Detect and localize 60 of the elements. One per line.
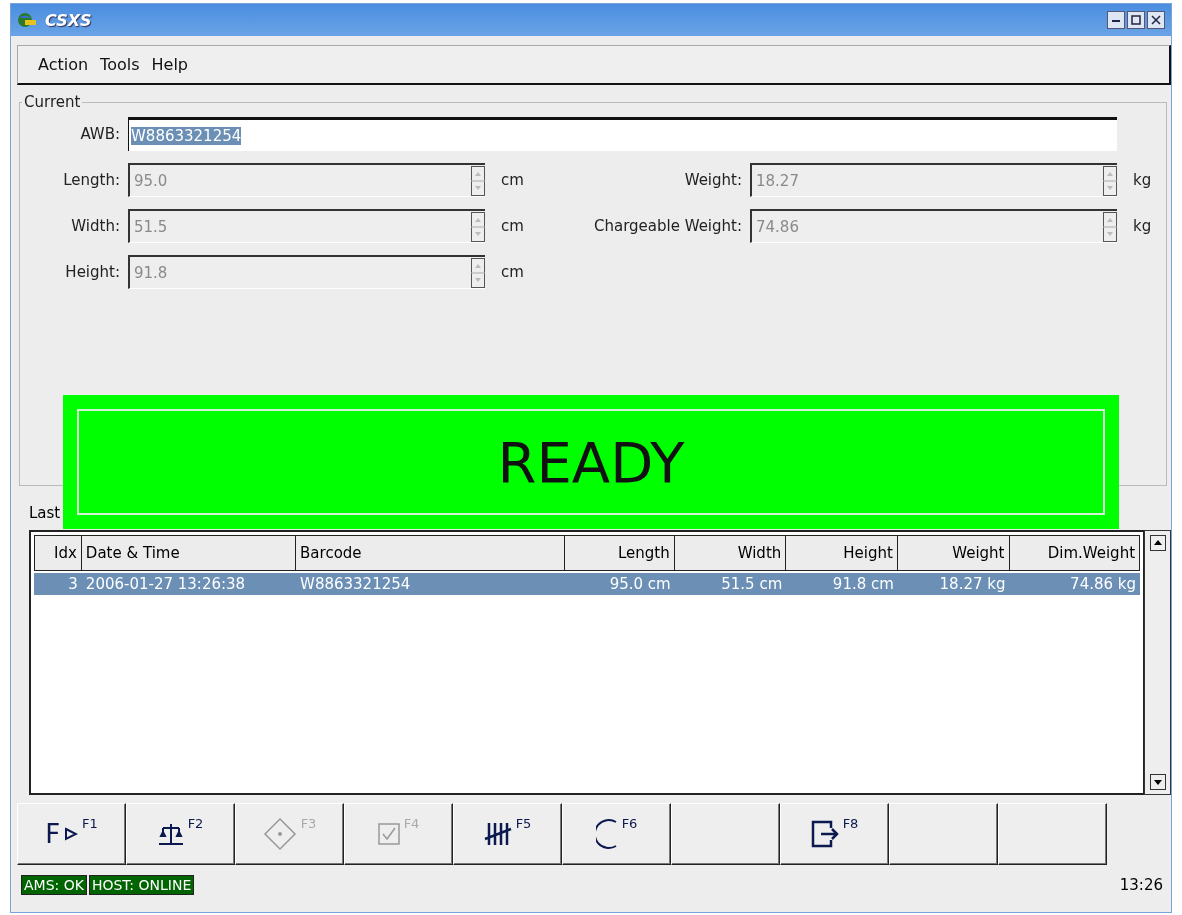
table-cell-text: 91.8 cm xyxy=(831,574,895,595)
field-label: Chargeable Weight: xyxy=(593,217,743,235)
checkbox-icon xyxy=(377,823,400,845)
minimize-button[interactable] xyxy=(1107,11,1125,29)
exit-icon xyxy=(810,820,839,848)
menu-item[interactable]: Help xyxy=(151,55,188,74)
function-key-button[interactable]: F6 xyxy=(562,803,671,865)
diamond-icon xyxy=(262,817,297,851)
field-label: Height: xyxy=(64,263,121,281)
column-header[interactable]: Dim.Weight xyxy=(1009,535,1141,571)
close-icon xyxy=(1151,15,1161,25)
function-key-button[interactable] xyxy=(889,803,998,865)
field-label: Width: xyxy=(70,217,121,235)
scroll-bar[interactable] xyxy=(1144,530,1171,795)
table-cell-text: 51.5 cm xyxy=(720,574,784,595)
unit-label: cm xyxy=(500,171,525,189)
function-key-button[interactable]: F8 xyxy=(780,803,889,865)
play-icon xyxy=(64,827,79,841)
table-cell-text: 2006-01-27 13:26:38 xyxy=(84,574,247,595)
table-cell-text: 3 xyxy=(67,574,79,595)
table-cell-text: 18.27 kg xyxy=(938,574,1007,595)
field-label: Length: xyxy=(62,171,121,189)
function-key-button[interactable]: F2 xyxy=(126,803,235,865)
scale-icon xyxy=(157,822,184,846)
menu-item[interactable]: Tools xyxy=(100,55,140,74)
unit-label: kg xyxy=(1132,217,1153,235)
minimize-icon xyxy=(1111,18,1121,22)
status-banner: READY xyxy=(63,395,1119,529)
column-header[interactable]: Height xyxy=(786,535,898,571)
tally-icon xyxy=(483,821,512,847)
unit-label: cm xyxy=(500,217,525,235)
field-label: AWB: xyxy=(79,125,121,143)
function-key-button[interactable]: F F1 xyxy=(17,803,126,865)
function-key-button[interactable] xyxy=(998,803,1107,865)
unit-label: kg xyxy=(1132,171,1153,189)
tab[interactable]: Last xyxy=(29,504,61,526)
table-cell-text: 95.0 cm xyxy=(608,574,672,595)
table-cell-text: 74.86 kg xyxy=(1069,574,1137,595)
status-indicator: HOST: ONLINE xyxy=(88,875,195,895)
window-title: CSXS xyxy=(45,10,92,30)
unit-label: cm xyxy=(500,263,525,281)
menu-item[interactable]: Action xyxy=(38,55,89,74)
maximize-button[interactable] xyxy=(1127,11,1145,29)
column-header[interactable]: Idx xyxy=(34,535,82,571)
column-header[interactable]: Length xyxy=(565,535,675,571)
column-header[interactable]: Weight xyxy=(897,535,1010,571)
clock: 13:26 xyxy=(1119,876,1163,894)
status-indicator: AMS: OK xyxy=(21,875,87,895)
group-title: Current xyxy=(23,93,82,111)
maximize-icon xyxy=(1131,15,1141,25)
column-header[interactable]: Width xyxy=(674,535,787,571)
column-header[interactable]: Date & Time xyxy=(81,535,297,571)
column-header[interactable]: Barcode xyxy=(296,535,566,571)
arc-icon xyxy=(595,817,618,851)
field-label: Weight: xyxy=(683,171,743,189)
globe-icon xyxy=(17,12,37,28)
function-key-button[interactable] xyxy=(671,803,780,865)
close-button[interactable] xyxy=(1147,11,1165,29)
table-cell-text: W8863321254 xyxy=(299,574,412,595)
function-key-button[interactable]: F5 xyxy=(453,803,562,865)
